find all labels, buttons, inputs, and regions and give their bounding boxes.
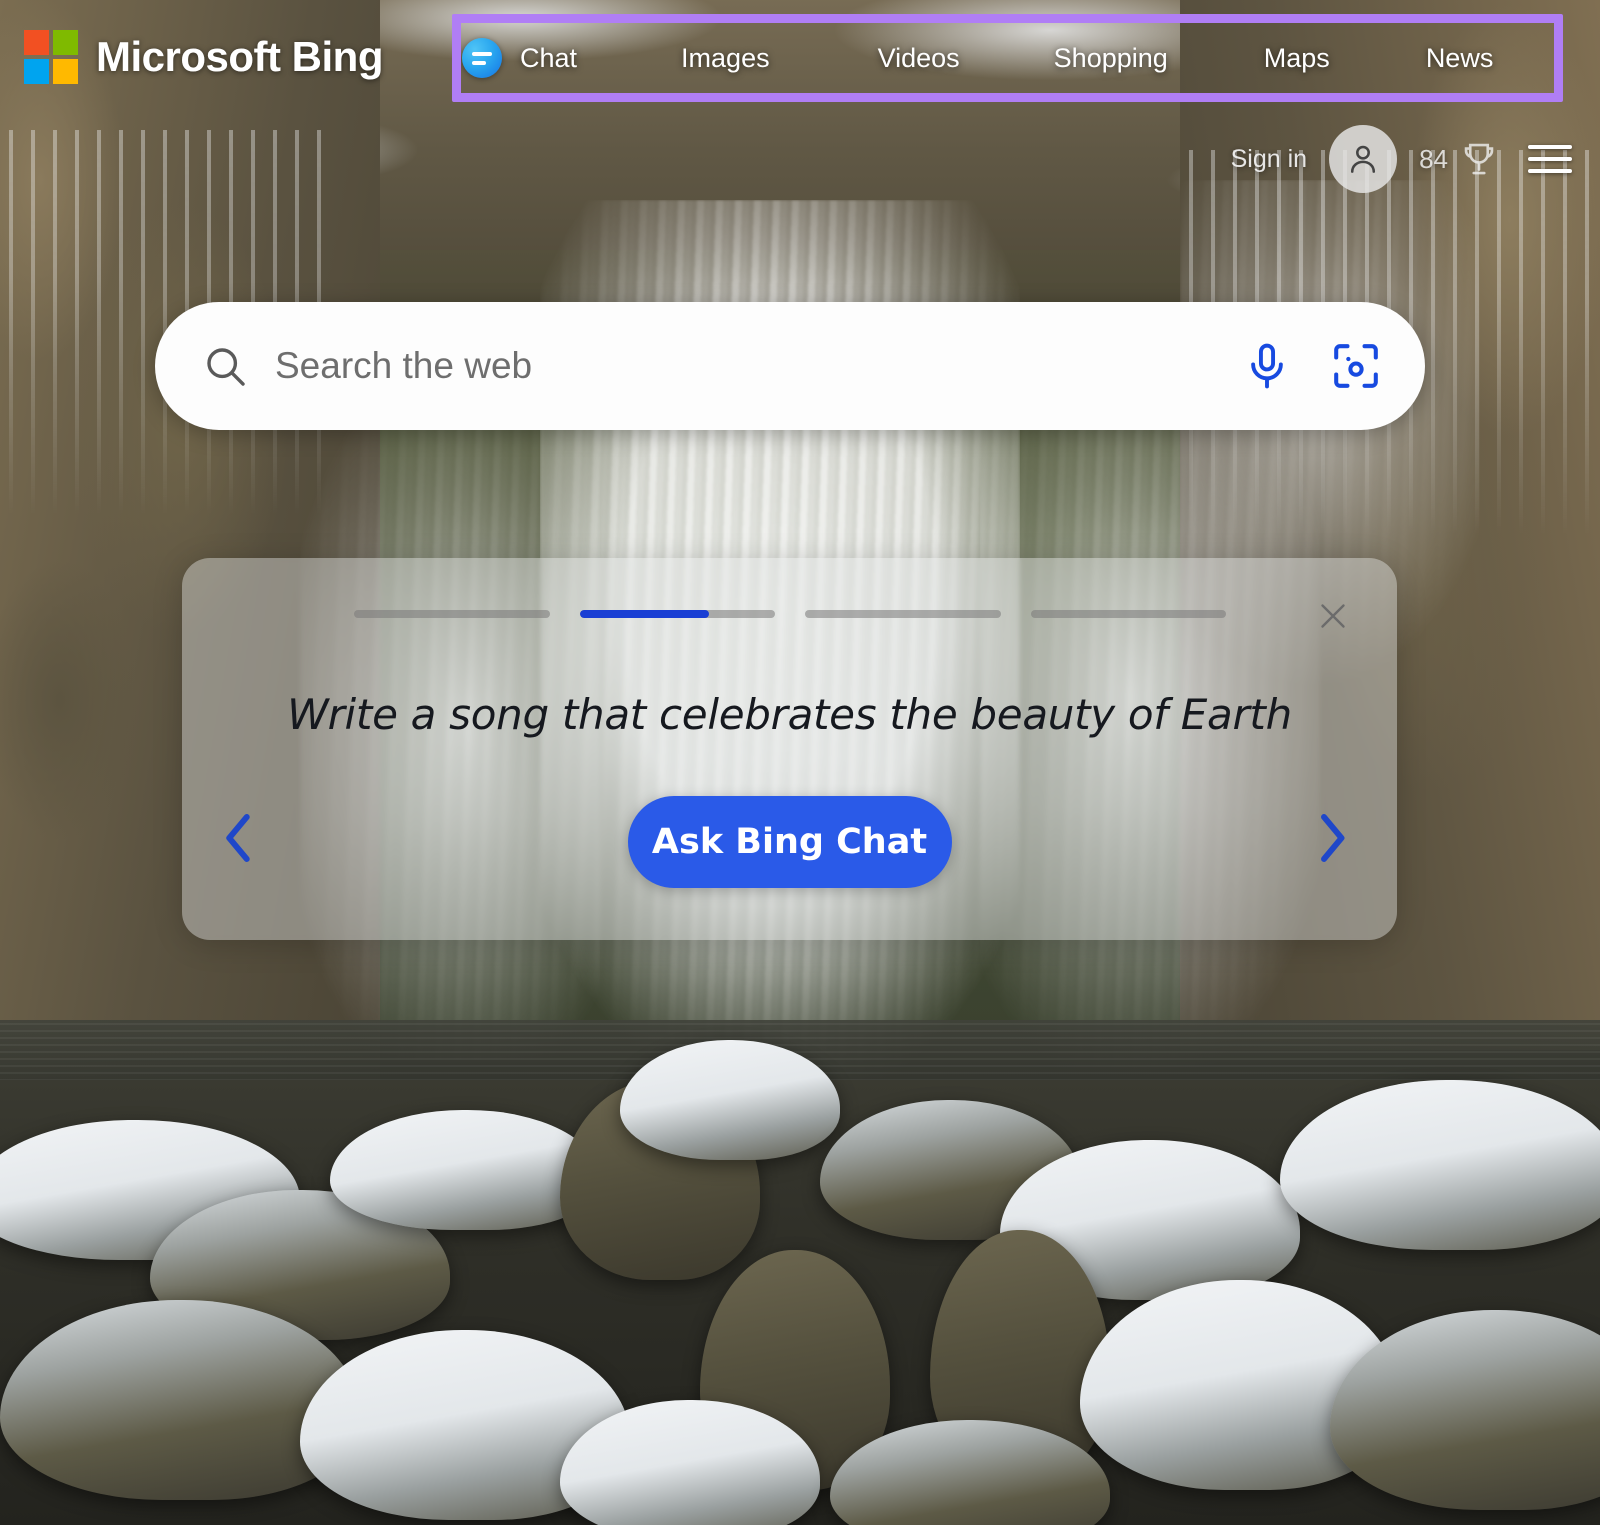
nav-item-shopping[interactable]: Shopping — [1054, 43, 1168, 74]
close-card-button[interactable] — [1311, 594, 1355, 638]
ask-bing-chat-button[interactable]: Ask Bing Chat — [627, 796, 952, 888]
carousel-progress-bar-3[interactable] — [805, 610, 1001, 618]
page-header: Microsoft Bing Chat Images Videos Shoppi… — [0, 0, 1600, 120]
carousel-prev-button[interactable] — [205, 798, 271, 878]
foreground-rocks — [0, 1040, 1600, 1525]
search-icon — [207, 348, 245, 386]
rewards-count: 84 — [1419, 143, 1448, 174]
search-bar[interactable]: Search the web — [155, 302, 1425, 430]
nav-label-chat: Chat — [520, 42, 578, 73]
microsoft-logo-icon — [24, 30, 78, 84]
header-actions: Sign in 84 — [1231, 125, 1578, 193]
close-x-icon — [1321, 604, 1345, 628]
brand-name: Microsoft Bing — [96, 33, 383, 80]
bing-chat-icon — [462, 38, 502, 78]
visual-search-camera-icon[interactable] — [1329, 339, 1383, 393]
search-action-icons — [1241, 339, 1383, 393]
avatar[interactable] — [1329, 125, 1398, 193]
microphone-icon[interactable] — [1241, 340, 1293, 392]
bing-chat-promo-card: Write a song that celebrates the beauty … — [182, 558, 1397, 940]
chevron-left-icon — [226, 814, 250, 862]
carousel-progress-bar-2[interactable] — [579, 610, 775, 618]
carousel-next-button[interactable] — [1298, 798, 1364, 878]
rewards-trophy-icon — [1464, 143, 1494, 175]
carousel-progress-bar-4[interactable] — [1030, 610, 1226, 618]
carousel-progress-fill — [579, 610, 709, 618]
nav-item-chat[interactable]: Chat — [462, 38, 577, 78]
search-input[interactable]: Search the web — [275, 345, 532, 387]
hamburger-menu-icon[interactable] — [1522, 139, 1578, 179]
nav-item-images[interactable]: Images — [681, 43, 770, 74]
nav-item-videos[interactable]: Videos — [878, 43, 960, 74]
carousel-progress-bar-1[interactable] — [354, 610, 550, 618]
search-input-group[interactable]: Search the web — [201, 342, 1241, 390]
brand-logo-group[interactable]: Microsoft Bing — [24, 30, 383, 84]
nav-item-news[interactable]: News — [1426, 43, 1494, 74]
chat-prompt-text: Write a song that celebrates the beauty … — [287, 690, 1292, 739]
rewards-button[interactable]: 84 — [1419, 138, 1500, 180]
chevron-right-icon — [1321, 814, 1345, 862]
sign-in-button[interactable]: Sign in — [1231, 145, 1307, 174]
carousel-progress-bars — [354, 610, 1226, 620]
person-icon — [1351, 145, 1376, 173]
primary-navigation: Chat Images Videos Shopping Maps News — [462, 26, 1554, 90]
nav-item-maps[interactable]: Maps — [1264, 43, 1330, 74]
